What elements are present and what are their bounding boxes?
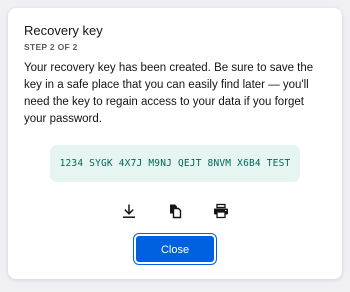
download-icon[interactable] xyxy=(120,202,138,220)
print-icon[interactable] xyxy=(212,202,230,220)
copy-icon[interactable] xyxy=(166,202,184,220)
close-button[interactable]: Close xyxy=(136,236,214,262)
dialog-title: Recovery key xyxy=(24,23,103,38)
key-actions xyxy=(24,202,326,220)
recovery-key-box: 1234 SYGK 4X7J M9NJ QEJT 8NVM X6B4 TEST xyxy=(50,145,300,182)
recovery-key-text: 1234 SYGK 4X7J M9NJ QEJT 8NVM X6B4 TEST xyxy=(59,158,291,169)
dialog-description: Your recovery key has been created. Be s… xyxy=(24,62,314,125)
recovery-key-dialog: Recovery key STEP 2 OF 2 Your recovery k… xyxy=(8,8,342,279)
step-indicator: STEP 2 OF 2 xyxy=(24,42,78,52)
